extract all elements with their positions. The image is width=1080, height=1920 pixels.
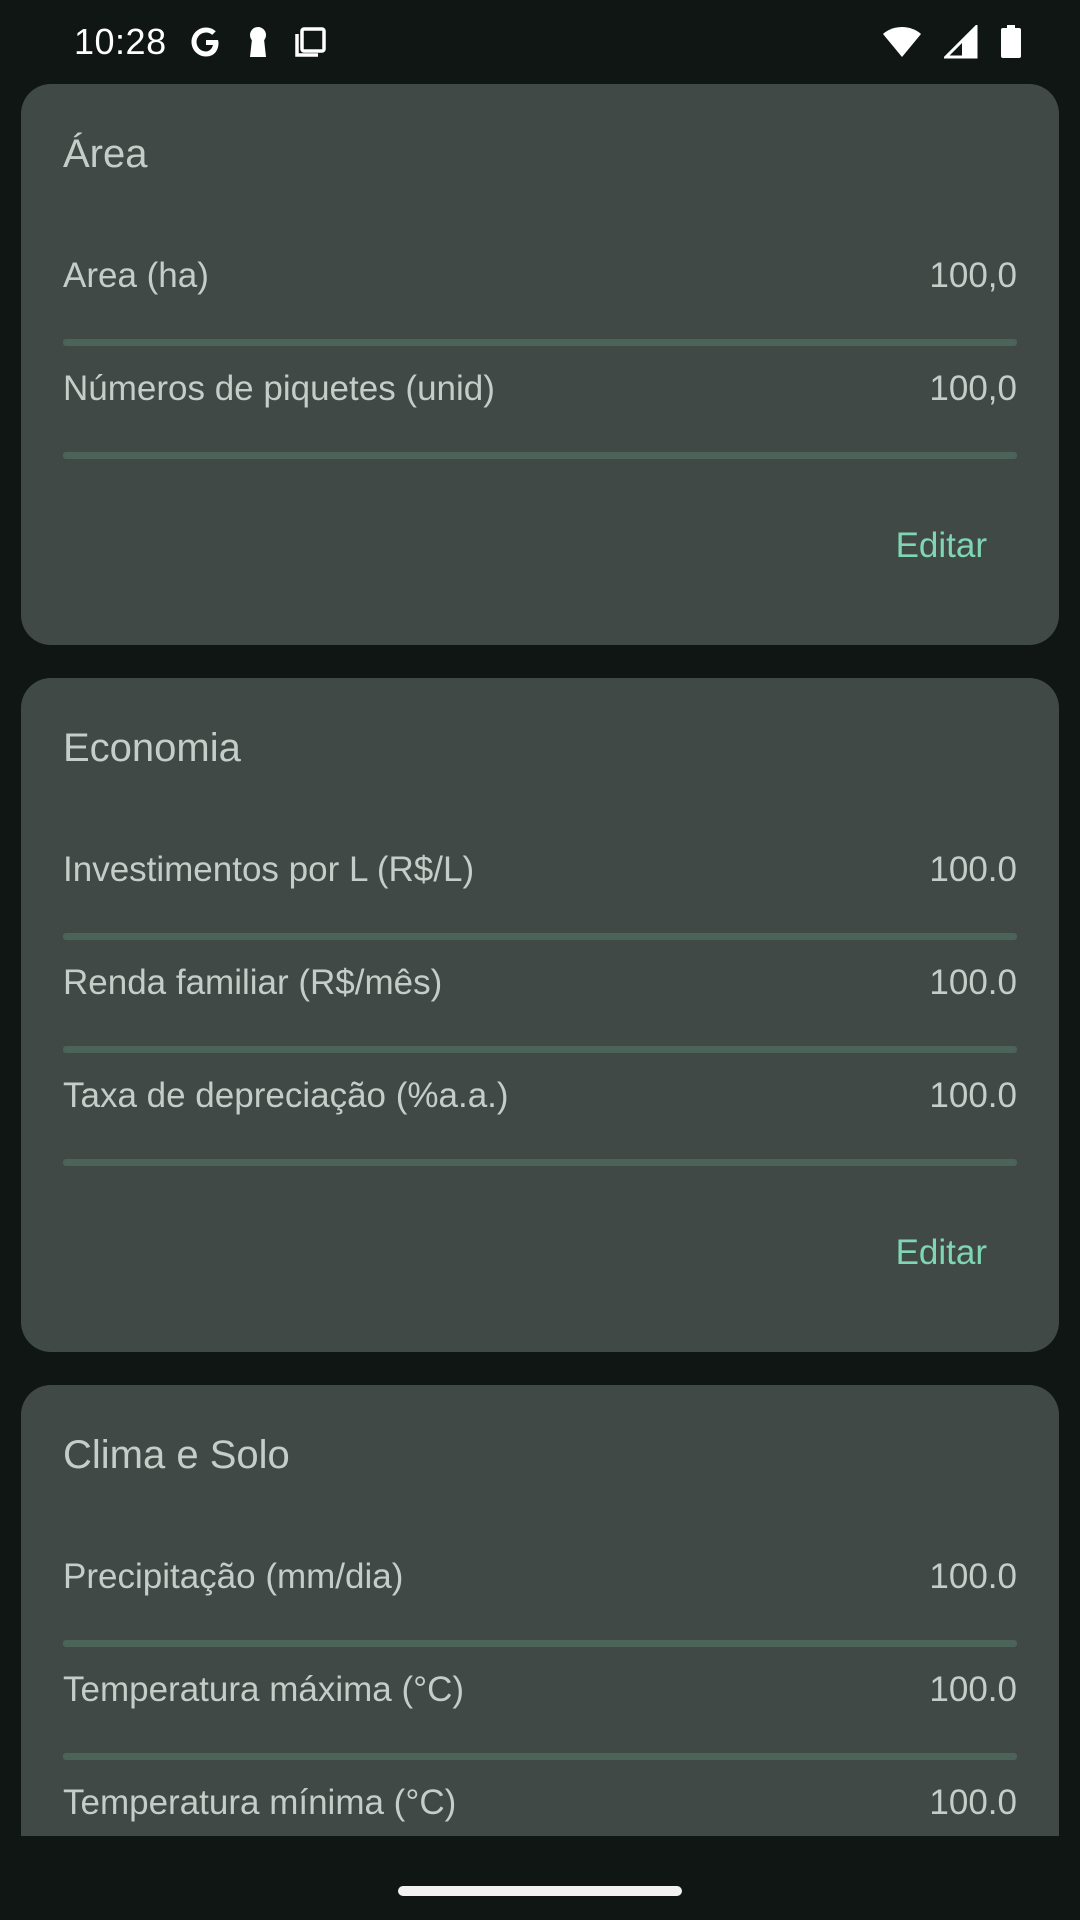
row-value: 100,0 bbox=[929, 256, 1017, 295]
list-item-piquetes: Números de piquetes (unid) 100,0 bbox=[63, 347, 1017, 459]
row-label: Precipitação (mm/dia) bbox=[63, 1557, 404, 1596]
list-item-investimentos: Investimentos por L (R$/L) 100.0 bbox=[63, 828, 1017, 940]
divider bbox=[63, 339, 1017, 346]
row-value: 100.0 bbox=[929, 1557, 1017, 1596]
divider bbox=[63, 1159, 1017, 1166]
divider bbox=[63, 933, 1017, 940]
status-right bbox=[882, 25, 1022, 59]
row-value: 100,0 bbox=[929, 369, 1017, 408]
status-time: 10:28 bbox=[74, 21, 167, 62]
row-value: 100.0 bbox=[929, 1076, 1017, 1115]
keyhole-icon bbox=[245, 25, 271, 59]
status-left: 10:28 bbox=[74, 21, 327, 63]
row-value: 100.0 bbox=[929, 1670, 1017, 1709]
list-item-precipitacao: Precipitação (mm/dia) 100.0 bbox=[63, 1535, 1017, 1647]
divider bbox=[63, 1046, 1017, 1053]
list-item-area: Area (ha) 100,0 bbox=[63, 234, 1017, 346]
cell-signal-icon bbox=[944, 25, 978, 59]
row-label: Temperatura máxima (°C) bbox=[63, 1670, 465, 1709]
row-value: 100.0 bbox=[929, 850, 1017, 889]
google-icon bbox=[189, 25, 223, 59]
row-value: 100.0 bbox=[929, 963, 1017, 1002]
card-title: Clima e Solo bbox=[63, 1433, 290, 1477]
card-clima-solo: Clima e Solo Precipitação (mm/dia) 100.0… bbox=[21, 1385, 1059, 1836]
list-item-taxa-depreciacao: Taxa de depreciação (%a.a.) 100.0 bbox=[63, 1054, 1017, 1166]
edit-area-button[interactable]: Editar bbox=[890, 516, 993, 576]
divider bbox=[63, 1753, 1017, 1760]
navigation-bar bbox=[0, 1836, 1080, 1920]
divider bbox=[63, 1640, 1017, 1647]
card-title: Área bbox=[63, 132, 148, 176]
wifi-icon bbox=[882, 26, 922, 58]
row-label: Números de piquetes (unid) bbox=[63, 369, 495, 408]
row-label: Investimentos por L (R$/L) bbox=[63, 850, 475, 889]
row-label: Renda familiar (R$/mês) bbox=[63, 963, 443, 1002]
copy-icon bbox=[293, 25, 327, 59]
row-label: Taxa de depreciação (%a.a.) bbox=[63, 1076, 509, 1115]
row-value: 100.0 bbox=[929, 1783, 1017, 1822]
settings-content[interactable]: Área Area (ha) 100,0 Números de piquetes… bbox=[0, 84, 1080, 1836]
screen: 10:28 Área Area (ha) 100,0 Números de pi… bbox=[0, 0, 1080, 1920]
edit-economia-button[interactable]: Editar bbox=[890, 1223, 993, 1283]
list-item-temperatura-minima: Temperatura mínima (°C) 100.0 bbox=[63, 1761, 1017, 1836]
divider bbox=[63, 452, 1017, 459]
list-item-renda-familiar: Renda familiar (R$/mês) 100.0 bbox=[63, 941, 1017, 1053]
card-title: Economia bbox=[63, 726, 241, 770]
battery-icon bbox=[1000, 25, 1022, 59]
row-label: Temperatura mínima (°C) bbox=[63, 1783, 457, 1822]
list-item-temperatura-maxima: Temperatura máxima (°C) 100.0 bbox=[63, 1648, 1017, 1760]
row-label: Area (ha) bbox=[63, 256, 209, 295]
card-economia: Economia Investimentos por L (R$/L) 100.… bbox=[21, 678, 1059, 1352]
gesture-handle[interactable] bbox=[398, 1886, 682, 1896]
status-bar: 10:28 bbox=[0, 0, 1080, 84]
card-area: Área Area (ha) 100,0 Números de piquetes… bbox=[21, 84, 1059, 645]
